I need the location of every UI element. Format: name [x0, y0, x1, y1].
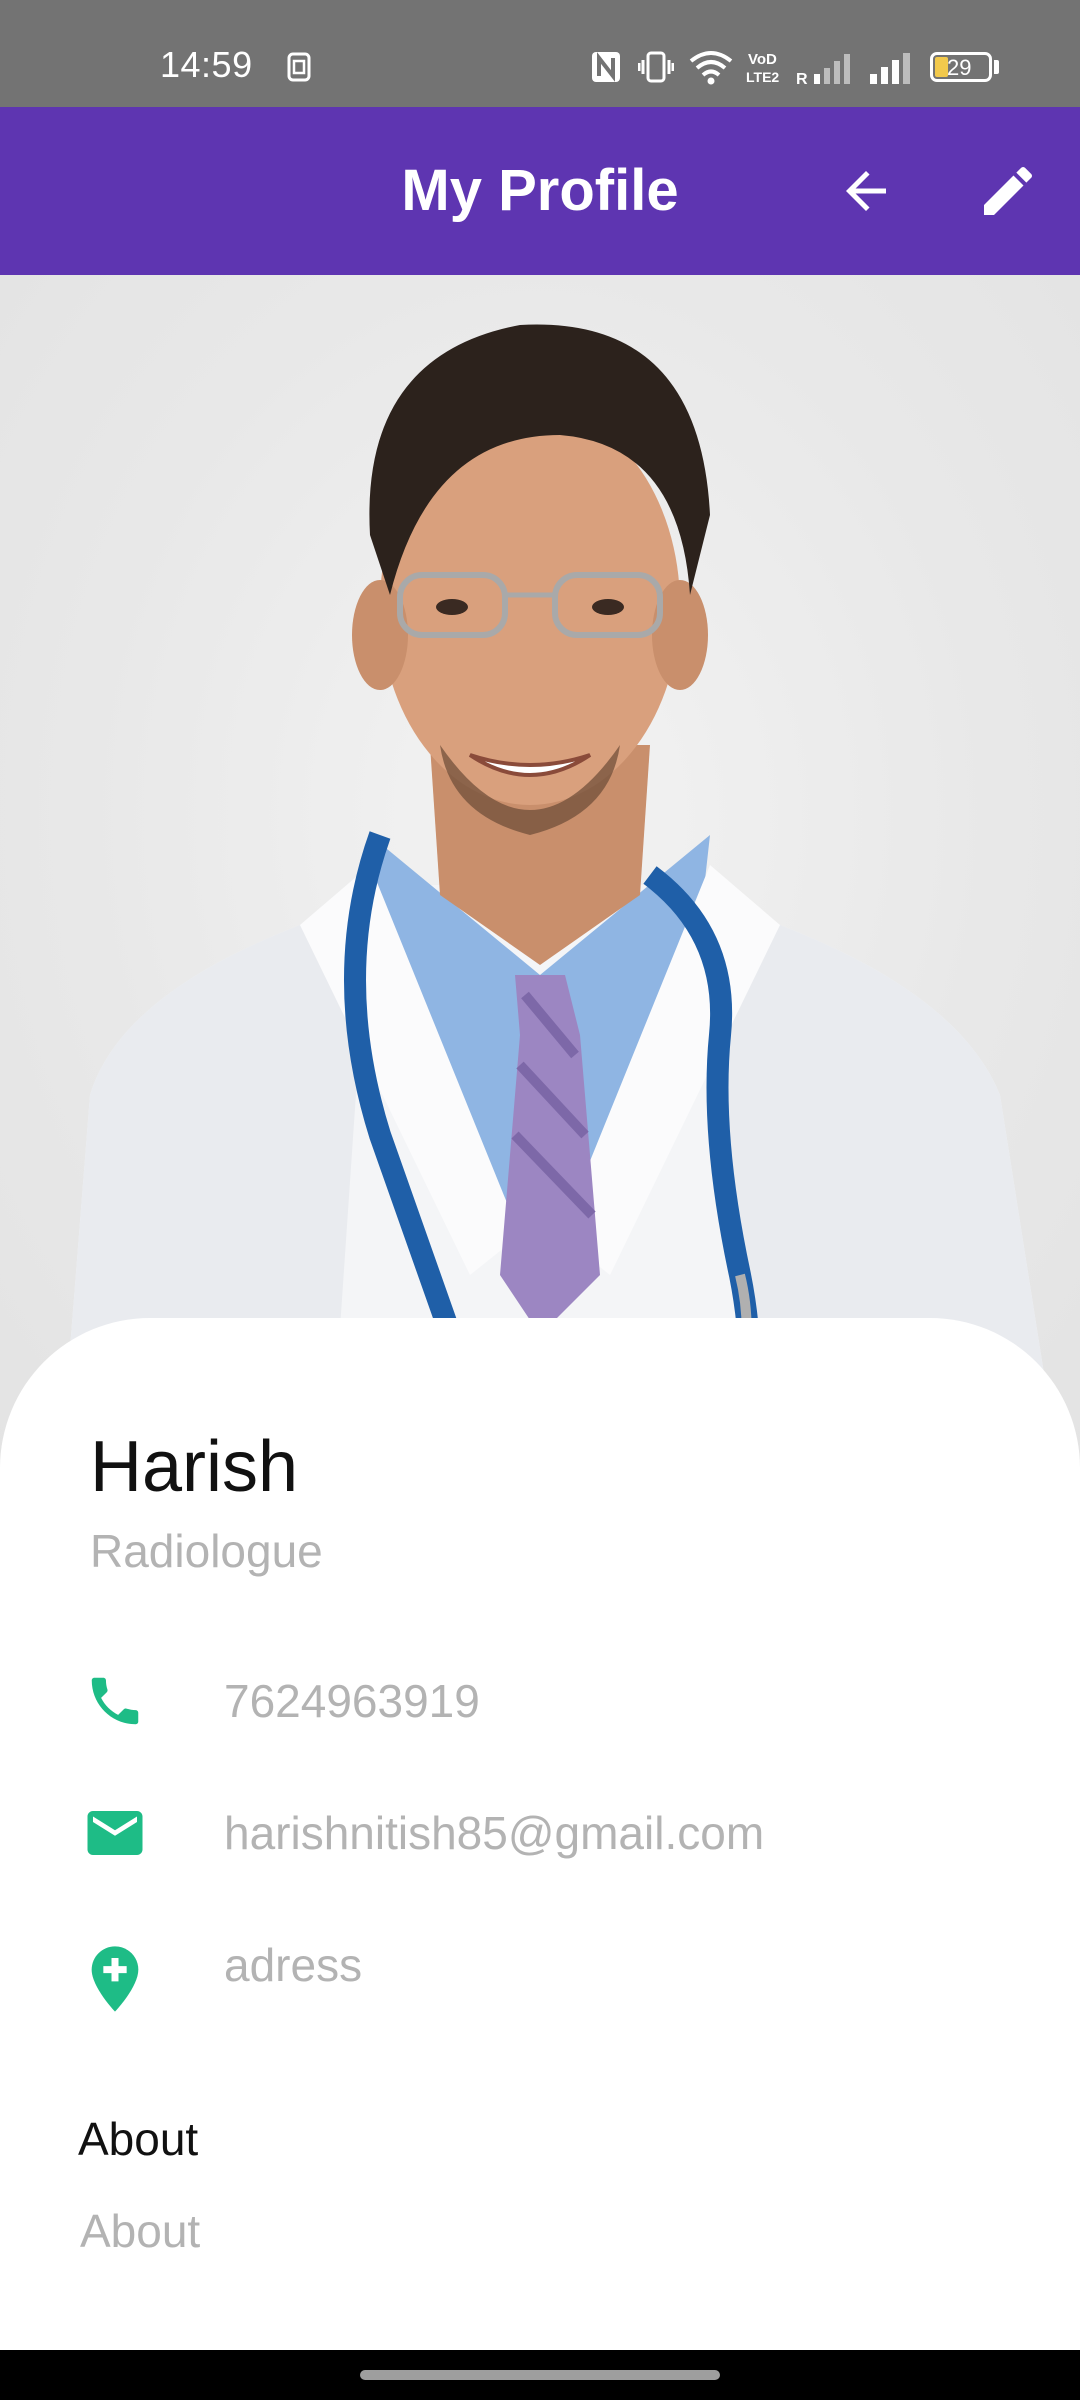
battery-level: 29 [947, 55, 972, 80]
app-bar: My Profile [0, 107, 1080, 275]
status-bar: 14:59 VoD LTE2 R 29 [0, 0, 1080, 107]
arrow-back-icon [846, 171, 886, 211]
edit-button[interactable] [968, 151, 1048, 231]
phone-icon [80, 1666, 150, 1736]
nfc-icon [592, 52, 620, 82]
home-indicator[interactable] [360, 2370, 720, 2380]
profile-role: Radiologue [90, 1525, 323, 1577]
svg-text:LTE2: LTE2 [746, 69, 779, 85]
wifi-icon [689, 51, 733, 85]
sim-icon [287, 52, 311, 82]
status-time: 14:59 [160, 44, 253, 85]
address-text: adress [224, 1939, 363, 1991]
page-title: My Profile [401, 158, 679, 223]
profile-name: Harish [90, 1427, 299, 1507]
svg-text:R: R [796, 71, 808, 86]
email-address: harishnitish85@gmail.com [224, 1807, 765, 1859]
signal-icon [870, 53, 910, 84]
profile-card: Harish Radiologue 7624963919 harishnitis… [0, 1318, 1080, 2350]
battery-icon: 29 [930, 52, 992, 82]
add-location-icon [80, 1944, 150, 2014]
volte-icon: VoD LTE2 [746, 51, 779, 85]
vibrate-icon [638, 51, 674, 83]
phone-number: 7624963919 [224, 1675, 480, 1727]
profile-photo [0, 275, 1080, 1475]
profile-screen: 14:59 VoD LTE2 R 29 My Profile Harish Ra… [0, 0, 1080, 2400]
back-button[interactable] [826, 151, 906, 231]
email-icon [80, 1798, 150, 1868]
about-text: About [80, 2205, 201, 2257]
about-heading: About [78, 2113, 199, 2165]
doctor-portrait-photo [60, 324, 1060, 1475]
system-nav-bar [0, 2350, 1080, 2400]
svg-text:VoD: VoD [748, 51, 777, 68]
signal-icon: R [796, 54, 850, 86]
edit-pencil-icon [984, 166, 1033, 215]
